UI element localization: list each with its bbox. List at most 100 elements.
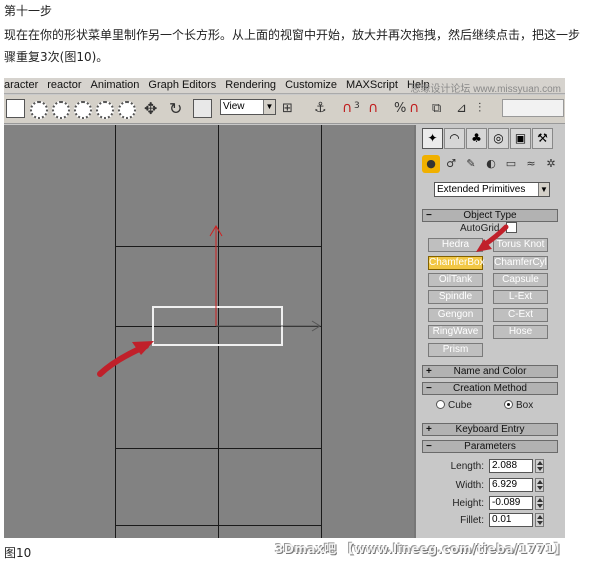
select-window-icon[interactable] bbox=[116, 99, 136, 119]
snap-toggle-icon[interactable]: ∩ bbox=[342, 99, 352, 118]
radio-cube[interactable]: Cube bbox=[436, 400, 472, 411]
menu-item-rendering[interactable]: Rendering bbox=[221, 78, 281, 91]
chamferbox-button[interactable]: ChamferBox bbox=[428, 256, 485, 270]
spindle-button[interactable]: Spindle bbox=[428, 290, 483, 304]
rotate-icon[interactable]: ↻ bbox=[169, 99, 182, 118]
expand-icon: + bbox=[426, 424, 432, 435]
rollout-name-and-color[interactable]: + Name and Color bbox=[422, 365, 558, 378]
rollout-creation-method[interactable]: − Creation Method bbox=[422, 382, 558, 395]
fillet-spinner-icon[interactable] bbox=[535, 513, 544, 527]
radio-box[interactable]: Box bbox=[504, 400, 533, 411]
hose-button[interactable]: Hose bbox=[493, 325, 548, 339]
menu-bar: aracter reactor Animation Graph Editors Rend… bbox=[4, 78, 565, 95]
rollout-name-and-color-label: Name and Color bbox=[453, 366, 527, 377]
manipulate-icon[interactable]: ⚓ bbox=[314, 99, 327, 118]
align-icon[interactable]: ⫶ bbox=[478, 99, 481, 118]
length-spinner-icon[interactable] bbox=[535, 459, 544, 473]
rollout-object-type-label: Object Type bbox=[463, 210, 517, 221]
ringwave-button[interactable]: RingWave bbox=[428, 325, 483, 339]
oiltank-button[interactable]: OilTank bbox=[428, 273, 483, 287]
menu-item-maxscript[interactable]: MAXScript bbox=[342, 78, 403, 91]
mirror-icon[interactable]: ⊿ bbox=[456, 99, 467, 118]
utilities-tab-icon[interactable]: ⚒ bbox=[532, 128, 553, 149]
select-lasso-icon[interactable] bbox=[72, 99, 92, 119]
height-spinner-icon[interactable] bbox=[535, 496, 544, 510]
primitive-category-value: Extended Primitives bbox=[437, 184, 526, 195]
menu-item-reactor[interactable]: reactor bbox=[43, 78, 86, 91]
reference-coordinate-value: View bbox=[223, 101, 245, 112]
rollout-keyboard-entry-label: Keyboard Entry bbox=[455, 424, 525, 435]
width-field[interactable]: 6.929 bbox=[489, 478, 533, 492]
systems-icon[interactable]: ✲ bbox=[542, 155, 560, 173]
create-tab-icon[interactable]: ✦ bbox=[422, 128, 443, 149]
rollout-parameters-label: Parameters bbox=[464, 441, 516, 452]
menu-item-animation[interactable]: Animation bbox=[87, 78, 145, 91]
command-panel: ✦ ◠ ♣ ◎ ▣ ⚒ ● ♂ ✎ ◐ ▭ ≈ ✲ Extended Primi… bbox=[414, 125, 565, 538]
geometry-icon[interactable]: ● bbox=[422, 155, 440, 173]
helpers-icon[interactable]: ▭ bbox=[502, 155, 520, 173]
autogrid-checkbox[interactable] bbox=[506, 222, 517, 233]
select-region-icon[interactable] bbox=[6, 99, 25, 118]
modify-tab-icon[interactable]: ◠ bbox=[444, 128, 465, 149]
display-tab-icon[interactable]: ▣ bbox=[510, 128, 531, 149]
snap-level-label: 3 bbox=[354, 101, 360, 111]
radio-cube-label: Cube bbox=[448, 400, 472, 411]
select-paint-icon[interactable] bbox=[94, 99, 114, 119]
width-spinner-icon[interactable] bbox=[535, 478, 544, 492]
select-fence-icon[interactable] bbox=[50, 99, 70, 119]
motion-tab-icon[interactable]: ◎ bbox=[488, 128, 509, 149]
viewport-overlay bbox=[97, 225, 321, 377]
autogrid-label: AutoGrid bbox=[460, 223, 500, 234]
menu-item-graph-editors[interactable]: Graph Editors bbox=[144, 78, 221, 91]
radio-box-label: Box bbox=[516, 400, 534, 411]
percent-snap-icon[interactable]: % bbox=[394, 99, 406, 118]
chevron-down-icon: ▼ bbox=[538, 183, 549, 196]
chevron-down-icon: ▼ bbox=[263, 100, 275, 114]
chamfercyl-button[interactable]: ChamferCyl bbox=[493, 256, 548, 270]
height-field[interactable]: -0.089 bbox=[489, 496, 533, 510]
length-field[interactable]: 2.088 bbox=[489, 459, 533, 473]
scale-icon[interactable] bbox=[193, 99, 212, 118]
figure-caption: 图10 bbox=[4, 546, 32, 560]
fillet-field[interactable]: 0.01 bbox=[489, 513, 533, 527]
hierarchy-tab-icon[interactable]: ♣ bbox=[466, 128, 487, 149]
move-icon[interactable]: ✥ bbox=[144, 99, 157, 118]
instruction-text: 现在在你的形状菜单里制作另一个长方形。从上面的视窗中开始，放大并再次拖拽，然后继… bbox=[4, 28, 581, 64]
collapse-icon: − bbox=[426, 441, 432, 452]
collapse-icon: − bbox=[426, 210, 432, 221]
prism-button[interactable]: Prism bbox=[428, 343, 483, 357]
max-screenshot: aracter reactor Animation Graph Editors Rend… bbox=[4, 78, 565, 538]
select-circle-icon[interactable] bbox=[28, 99, 48, 119]
fillet-label: Fillet: bbox=[460, 515, 484, 526]
hedra-button[interactable]: Hedra bbox=[428, 238, 483, 252]
top-viewport[interactable] bbox=[4, 125, 414, 538]
rollout-keyboard-entry[interactable]: + Keyboard Entry bbox=[422, 423, 558, 436]
step-title: 第十一步 bbox=[4, 4, 53, 18]
menu-item-character[interactable]: aracter bbox=[4, 78, 43, 91]
shapes-icon[interactable]: ♂ bbox=[442, 155, 460, 173]
rollout-object-type[interactable]: − Object Type bbox=[422, 209, 558, 222]
l-ext-button[interactable]: L-Ext bbox=[493, 290, 548, 304]
lights-icon[interactable]: ✎ bbox=[462, 155, 480, 173]
named-selection-field[interactable] bbox=[502, 99, 564, 117]
rollout-creation-method-label: Creation Method bbox=[453, 383, 527, 394]
collapse-icon: − bbox=[426, 383, 432, 394]
c-ext-button[interactable]: C-Ext bbox=[493, 308, 548, 322]
width-label: Width: bbox=[455, 480, 484, 491]
rollout-parameters[interactable]: − Parameters bbox=[422, 440, 558, 453]
primitive-category-select[interactable]: Extended Primitives ▼ bbox=[434, 182, 550, 197]
capsule-button[interactable]: Capsule bbox=[493, 273, 548, 287]
pivot-icon[interactable]: ⊞ bbox=[282, 99, 293, 118]
reference-coordinate-select[interactable]: View ▼ bbox=[220, 99, 276, 115]
angle-snap-icon[interactable]: ∩ bbox=[368, 99, 378, 118]
spinner-snap-icon[interactable]: ∩ bbox=[409, 99, 419, 118]
create-category-icons: ● ♂ ✎ ◐ ▭ ≈ ✲ bbox=[416, 155, 565, 177]
gengon-button[interactable]: Gengon bbox=[428, 308, 483, 322]
torus-knot-button[interactable]: Torus Knot bbox=[493, 238, 548, 252]
menu-item-customize[interactable]: Customize bbox=[281, 78, 342, 91]
cameras-icon[interactable]: ◐ bbox=[482, 155, 500, 173]
named-selection-icon[interactable]: ⧉ bbox=[432, 99, 441, 118]
watermark: 思缘设计论坛 www.missyuan.com bbox=[410, 84, 561, 95]
tutorial-article: 第十一步 现在在你的形状菜单里制作另一个长方形。从上面的视窗中开始，放大并再次拖… bbox=[0, 0, 597, 567]
space-warps-icon[interactable]: ≈ bbox=[522, 155, 540, 173]
